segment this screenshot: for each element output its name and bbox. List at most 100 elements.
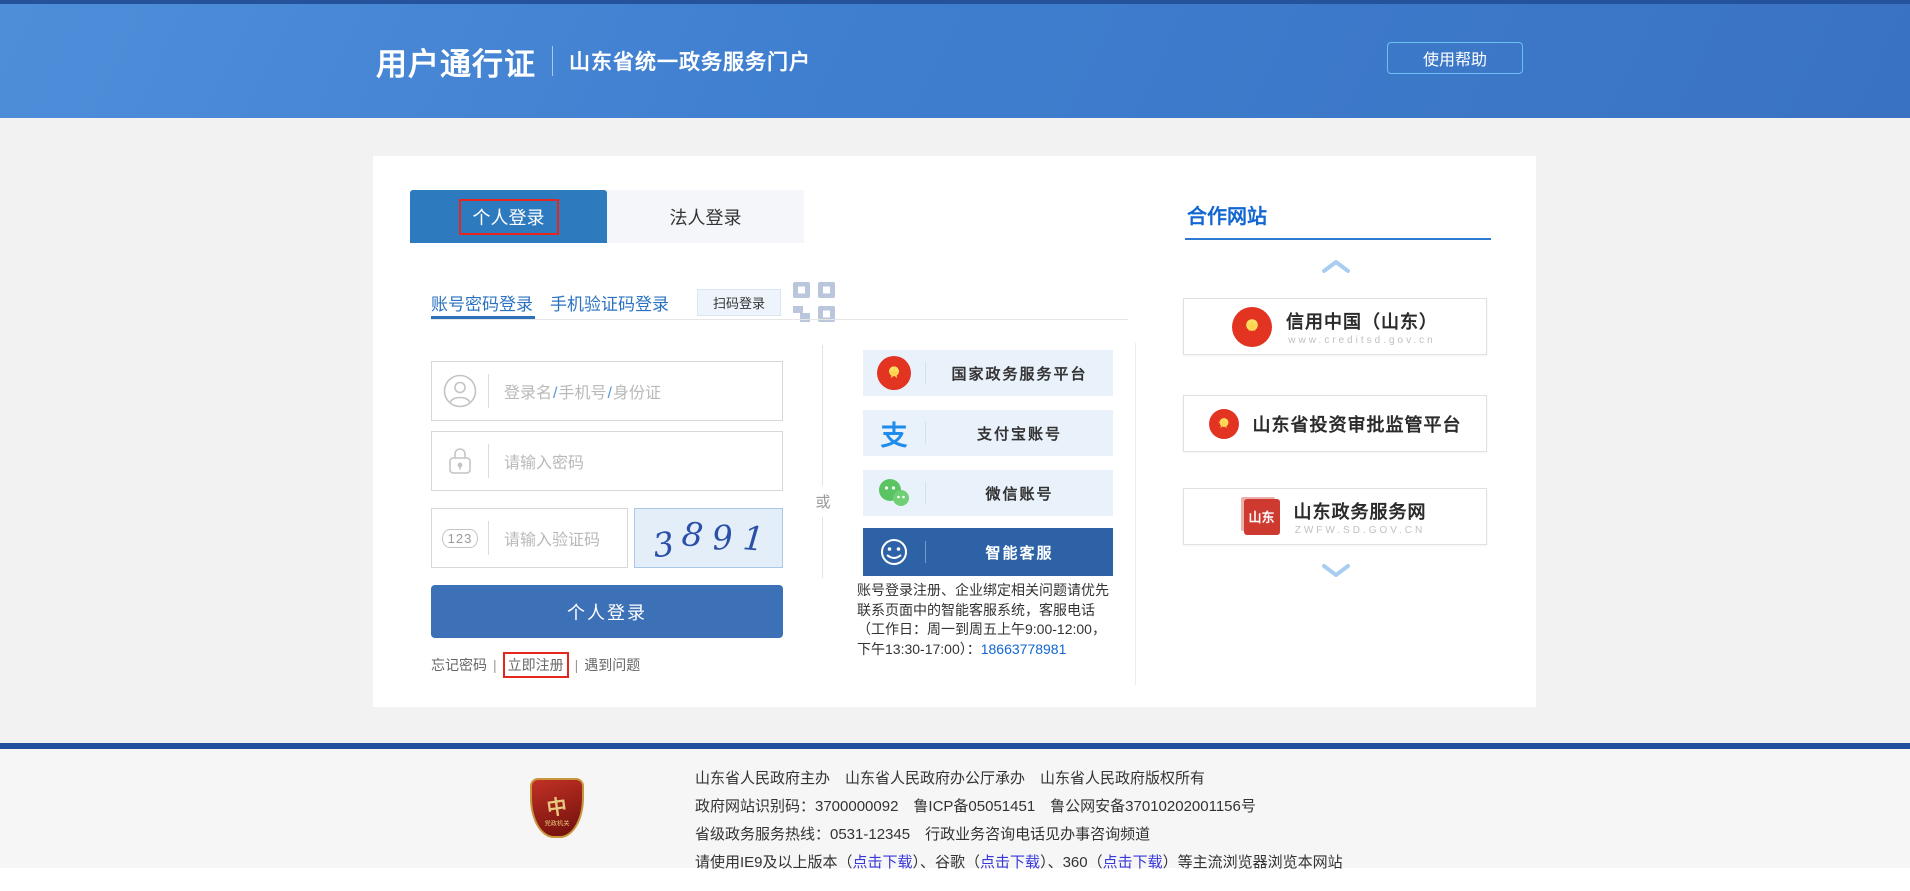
header: 用户通行证 山东省统一政务服务门户 使用帮助 — [0, 4, 1910, 118]
lock-icon — [432, 445, 488, 477]
partner-name: 山东政务服务网 — [1294, 498, 1427, 524]
tab-legal-label: 法人登录 — [670, 204, 742, 230]
captcha-digit: 9 — [711, 517, 735, 557]
national-platform-login-button[interactable]: 国家政务服务平台 — [863, 350, 1113, 396]
partner-name: 山东省投资审批监管平台 — [1253, 411, 1462, 437]
link-separator: | — [493, 657, 497, 673]
captcha-input[interactable]: 123 请输入验证码 — [431, 508, 628, 568]
method-separator-line — [431, 319, 1128, 320]
section-divider-line — [1135, 343, 1136, 685]
partner-text: 信用中国（山东） www.creditsd.gov.cn — [1286, 308, 1438, 346]
tab-personal-login[interactable]: 个人登录 — [410, 190, 607, 243]
partner-text: 山东省投资审批监管平台 — [1253, 411, 1462, 437]
partner-url: www.creditsd.gov.cn — [1288, 335, 1435, 346]
or-label: 或 — [810, 486, 836, 517]
third-party-label: 国家政务服务平台 — [926, 363, 1113, 384]
field-divider — [488, 521, 489, 555]
partner-text: 山东政务服务网 ZWFW.SD.GOV.CN — [1294, 498, 1427, 536]
tab-legal-login[interactable]: 法人登录 — [607, 190, 804, 243]
login-card: 个人登录 法人登录 账号密码登录 手机验证码登录 扫码登录 — [373, 156, 1536, 707]
browser-note-text: ）等主流浏览器浏览本网站 — [1163, 854, 1343, 871]
badge-text: 党政机关 — [545, 819, 570, 828]
username-placeholder-part: 身份证 — [613, 385, 661, 402]
footer-line-3: 省级政务服务热线：0531-12345 行政业务咨询电话见办事咨询频道 — [695, 821, 1343, 849]
password-placeholder: 请输入密码 — [504, 449, 584, 473]
alipay-icon: 支 — [863, 414, 925, 453]
browser-note-text: ）、谷歌（ — [913, 854, 981, 871]
trouble-link[interactable]: 遇到问题 — [584, 655, 640, 675]
helper-links-row: 忘记密码 | 立即注册 | 遇到问题 — [431, 652, 640, 678]
footer-line-2: 政府网站识别码：3700000092 鲁ICP备05051451 鲁公网安备37… — [695, 793, 1343, 821]
national-emblem-icon — [1232, 307, 1272, 347]
annotation-box-personal: 个人登录 — [459, 199, 559, 235]
browser-note-text: 请使用IE9及以上版本（ — [695, 854, 853, 871]
method-sms-login[interactable]: 手机验证码登录 — [550, 290, 669, 315]
smart-service-button[interactable]: 智能客服 — [863, 528, 1113, 576]
service-help-text: 账号登录注册、企业绑定相关问题请优先联系页面中的智能客服系统，客服电话（工作日：… — [857, 581, 1117, 659]
brand-divider — [552, 46, 553, 76]
brand: 用户通行证 山东省统一政务服务门户 — [376, 4, 811, 118]
captcha-digit: 3 — [650, 523, 676, 565]
browser-note-text: ）、360（ — [1040, 854, 1103, 871]
page: 用户通行证 山东省统一政务服务门户 使用帮助 个人登录 法人登录 账号密码登录 … — [0, 0, 1910, 891]
username-placeholder-part: 登录名 — [504, 385, 552, 402]
footer: 中 党政机关 山东省人民政府主办 山东省人民政府办公厅承办 山东省人民政府版权所… — [0, 749, 1910, 868]
chevron-up-icon[interactable] — [1321, 259, 1351, 274]
partner-credit-china[interactable]: 信用中国（山东） www.creditsd.gov.cn — [1183, 298, 1487, 355]
third-party-label: 微信账号 — [926, 483, 1113, 504]
or-divider-line — [822, 345, 823, 578]
page-title: 用户通行证 — [376, 39, 536, 84]
partners-title-underline — [1185, 238, 1491, 240]
captcha-placeholder: 请输入验证码 — [504, 526, 600, 550]
qr-code-icon[interactable] — [793, 282, 835, 322]
third-party-label: 智能客服 — [926, 542, 1113, 563]
alipay-login-button[interactable]: 支 支付宝账号 — [863, 410, 1113, 456]
partner-investment-platform[interactable]: 山东省投资审批监管平台 — [1183, 395, 1487, 452]
national-emblem-icon — [1209, 409, 1239, 439]
seal-text: 山东 — [1248, 507, 1274, 526]
footer-line-1: 山东省人民政府主办 山东省人民政府办公厅承办 山东省人民政府版权所有 — [695, 765, 1343, 793]
help-button[interactable]: 使用帮助 — [1387, 42, 1523, 74]
main-background: 个人登录 法人登录 账号密码登录 手机验证码登录 扫码登录 — [0, 118, 1910, 743]
service-phone-link[interactable]: 18663778981 — [981, 641, 1067, 657]
method-scan-login[interactable]: 扫码登录 — [697, 289, 781, 316]
username-placeholder-part: 手机号 — [558, 385, 606, 402]
third-party-label: 支付宝账号 — [926, 423, 1113, 444]
partners-title: 合作网站 — [1187, 200, 1267, 229]
badge-glyph: 中 — [546, 797, 569, 820]
method-password-login[interactable]: 账号密码登录 — [431, 290, 533, 315]
tab-personal-label: 个人登录 — [473, 208, 545, 228]
numbers-icon-text: 123 — [442, 529, 479, 548]
captcha-digit: 1 — [741, 518, 765, 559]
numbers-icon: 123 — [432, 529, 488, 548]
captcha-image[interactable]: 3 8 9 1 — [634, 508, 783, 568]
username-placeholder: 登录名/手机号/身份证 — [504, 379, 661, 403]
national-emblem-icon — [863, 356, 925, 390]
password-input[interactable]: 请输入密码 — [431, 431, 783, 491]
chevron-down-icon[interactable] — [1321, 563, 1351, 578]
download-link-chrome[interactable]: 点击下载 — [980, 854, 1040, 871]
partner-government-service[interactable]: 山东 山东政务服务网 ZWFW.SD.GOV.CN — [1183, 488, 1487, 545]
captcha-digit: 8 — [680, 514, 705, 555]
smart-service-icon — [863, 536, 925, 568]
footer-line-4: 请使用IE9及以上版本（点击下载）、谷歌（点击下载）、360（点击下载）等主流浏… — [695, 849, 1343, 877]
wechat-login-button[interactable]: 微信账号 — [863, 470, 1113, 516]
footer-text-block: 山东省人民政府主办 山东省人民政府办公厅承办 山东省人民政府版权所有 政府网站识… — [695, 765, 1343, 877]
government-badge-icon: 中 党政机关 — [530, 778, 584, 838]
forgot-password-link[interactable]: 忘记密码 — [431, 655, 487, 675]
red-seal-icon: 山东 — [1244, 499, 1280, 535]
personal-login-button[interactable]: 个人登录 — [431, 585, 783, 638]
annotation-box-register: 立即注册 — [503, 652, 569, 678]
download-link-360[interactable]: 点击下载 — [1103, 854, 1163, 871]
register-link[interactable]: 立即注册 — [508, 657, 564, 673]
field-divider — [488, 374, 489, 408]
user-icon — [432, 374, 488, 408]
portal-subtitle: 山东省统一政务服务门户 — [569, 46, 811, 76]
link-separator: | — [575, 657, 579, 673]
field-divider — [488, 444, 489, 478]
wechat-icon — [863, 478, 925, 508]
partner-url: ZWFW.SD.GOV.CN — [1295, 525, 1426, 536]
download-link-ie[interactable]: 点击下载 — [853, 854, 913, 871]
alipay-glyph: 支 — [881, 414, 908, 453]
username-input[interactable]: 登录名/手机号/身份证 — [431, 361, 783, 421]
